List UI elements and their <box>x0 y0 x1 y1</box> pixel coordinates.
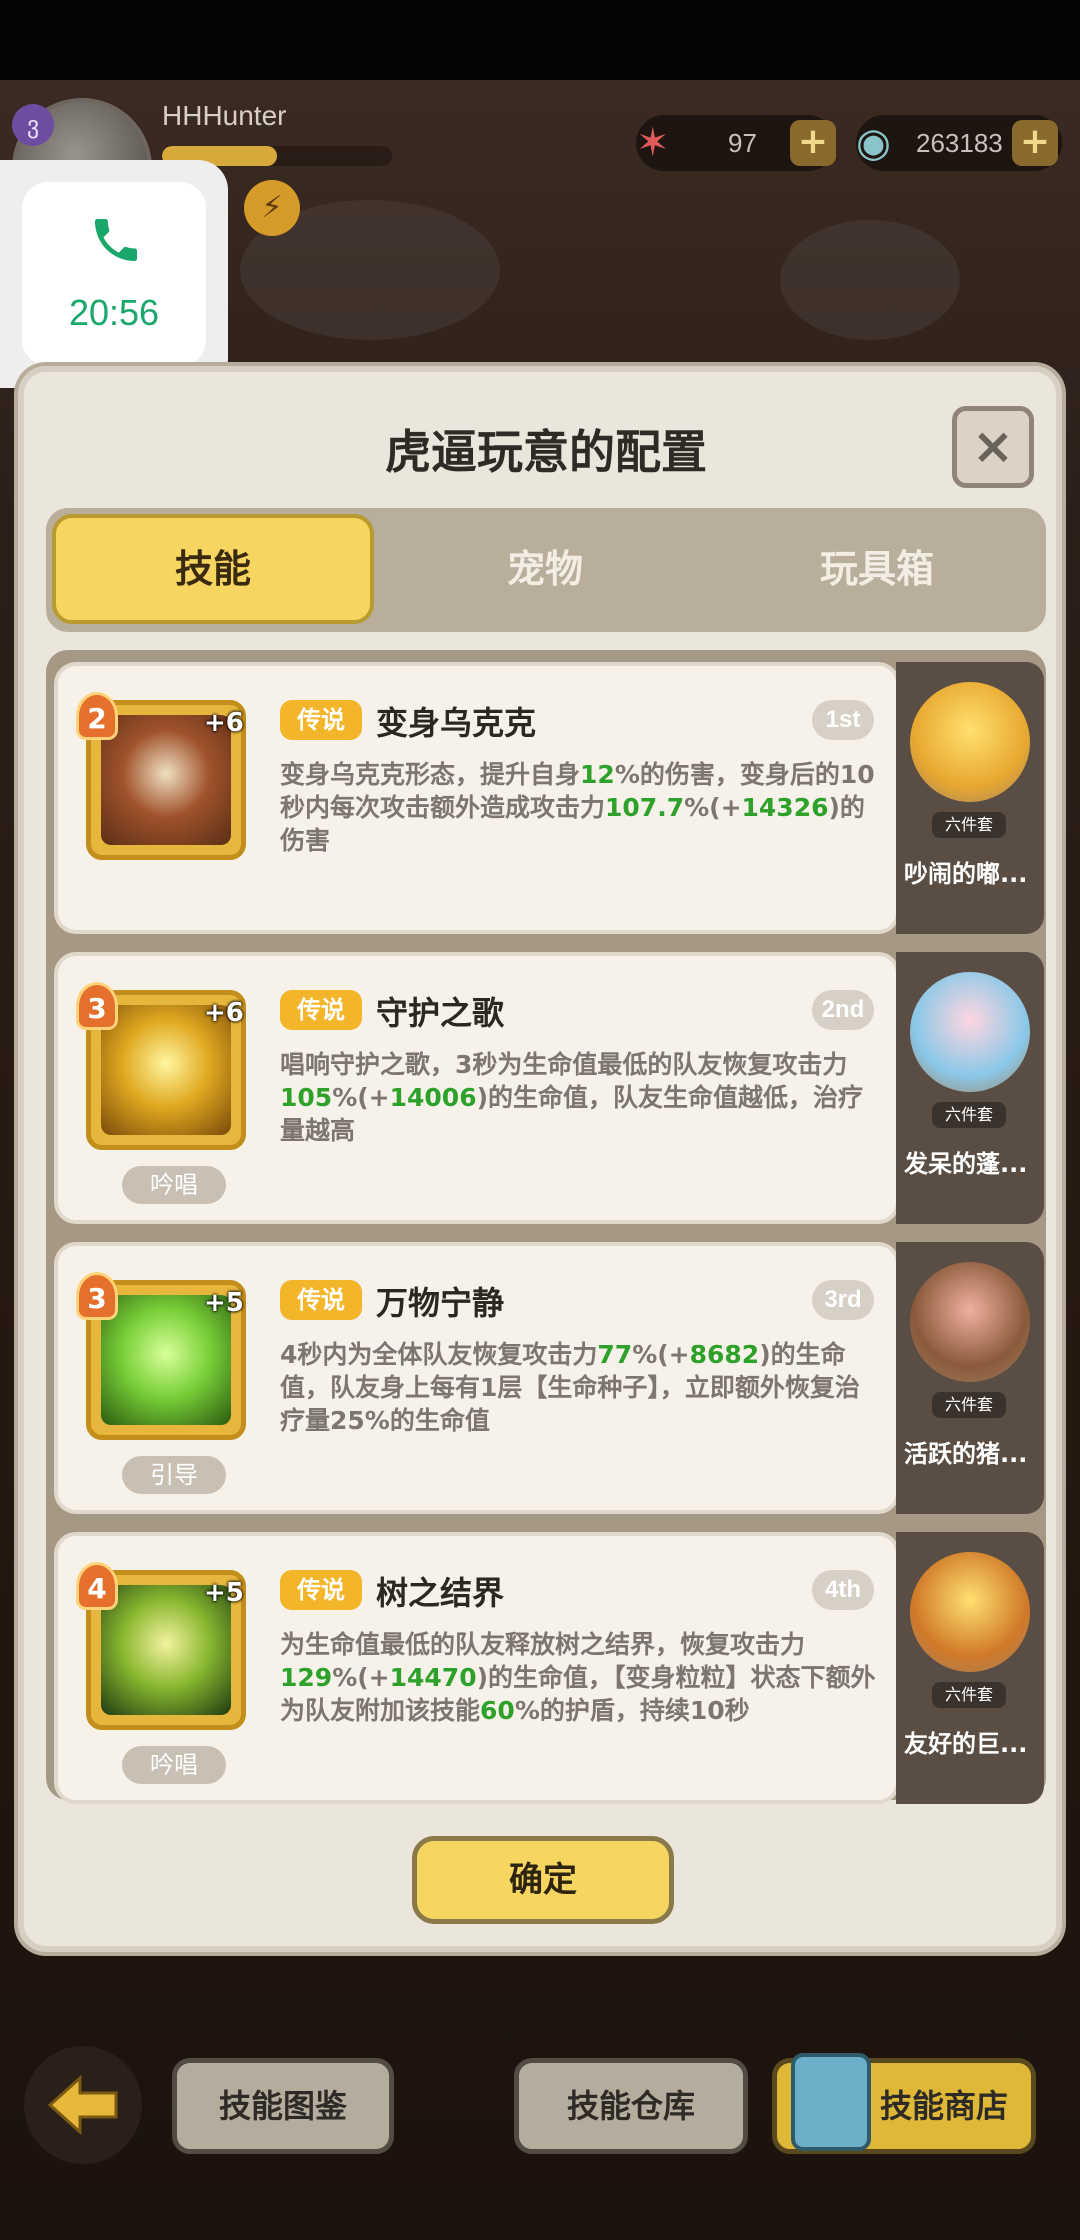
shell-currency: ◉ 263183 + <box>856 115 1062 171</box>
starfish-icon: ✶ <box>636 120 670 166</box>
skill-level-badge: 4 <box>76 1562 118 1610</box>
skill-level-badge: 3 <box>76 1272 118 1320</box>
confirm-button[interactable]: 确定 <box>412 1836 674 1924</box>
player-name: HHHunter <box>162 100 287 131</box>
skill-upgrade-level: +5 <box>204 1288 244 1318</box>
skill-codex-button[interactable]: 技能图鉴 <box>172 2058 394 2154</box>
pet-set-tag: 六件套 <box>932 812 1006 838</box>
phone-icon <box>95 219 137 261</box>
skill-description: 4秒内为全体队友恢复攻击力77%(+8682)的生命值，队友身上每有1层【生命种… <box>280 1340 860 1435</box>
call-duration: 20:56 <box>68 292 160 333</box>
pet-name: 活跃的猪... <box>904 1440 1028 1468</box>
skill-description: 为生命值最低的队友释放树之结界，恢复攻击力129%(+14470)的生命值，【变… <box>280 1630 876 1725</box>
skill-card[interactable]: 2 +6 传说 变身乌克克 1st 变身乌克克形态，提升自身12%的伤害，变身后的10秒内… <box>54 662 900 934</box>
pet-slot[interactable]: 六件套活跃的猪... <box>896 1242 1044 1514</box>
status-bar <box>0 0 1080 80</box>
skill-rank-badge: 4th <box>812 1570 874 1610</box>
rarity-badge: 传说 <box>280 990 362 1030</box>
skill-level-badge: 3 <box>76 982 118 1030</box>
skill-description: 变身乌克克形态，提升自身12%的伤害，变身后的10秒内每次攻击额外造成攻击力10… <box>280 760 875 855</box>
add-shell-button[interactable]: + <box>1012 120 1058 166</box>
skill-rank-badge: 2nd <box>812 990 874 1030</box>
skill-level-badge: 2 <box>76 692 118 740</box>
skill-card[interactable]: 3 +6 吟唱 传说 守护之歌 2nd 唱响守护之歌，3秒为生命值最低的队友恢复攻击力105… <box>54 952 900 1224</box>
pet-set-tag: 六件套 <box>932 1392 1006 1418</box>
starfish-count: 97 <box>728 128 757 158</box>
skill-card[interactable]: 4 +5 吟唱 传说 树之结界 4th 为生命值最低的队友释放树之结界，恢复攻击力129%(… <box>54 1532 900 1804</box>
close-button[interactable]: × <box>952 406 1034 488</box>
starfish-currency: ✶ 97 + <box>636 115 836 171</box>
pet-name: 吵闹的嘟... <box>904 860 1028 888</box>
cast-type-tag: 吟唱 <box>122 1166 226 1204</box>
pet-set-tag: 六件套 <box>932 1102 1006 1128</box>
pet-portrait <box>910 972 1030 1092</box>
pet-slot[interactable]: 六件套友好的巨... <box>896 1532 1044 1804</box>
pet-portrait <box>910 682 1030 802</box>
skill-name: 变身乌克克 <box>376 704 537 742</box>
shop-icon <box>791 2053 871 2151</box>
call-widget-card: 20:56 <box>22 182 206 366</box>
tab-toybox[interactable]: 玩具箱 <box>716 514 1038 624</box>
pet-portrait <box>910 1262 1030 1382</box>
avatar-badge-icon: ვ <box>12 104 54 146</box>
arrow-left-icon <box>47 2074 118 2136</box>
shell-count: 263183 <box>916 128 1003 158</box>
skill-name: 万物宁静 <box>376 1284 505 1322</box>
coin-badge-icon[interactable]: ⚡ <box>244 180 300 236</box>
pet-slot[interactable]: 六件套发呆的蓬... <box>896 952 1044 1224</box>
skill-rank-badge: 1st <box>812 700 874 740</box>
skill-shop-label: 技能商店 <box>879 2087 1008 2125</box>
skill-name: 守护之歌 <box>376 994 505 1032</box>
cast-type-tag: 吟唱 <box>122 1746 226 1784</box>
skill-upgrade-level: +6 <box>204 708 244 738</box>
pet-portrait <box>910 1552 1030 1672</box>
rarity-badge: 传说 <box>280 1570 362 1610</box>
rarity-badge: 传说 <box>280 1280 362 1320</box>
pet-slot[interactable]: 六件套吵闹的嘟... <box>896 662 1044 934</box>
tab-bar: 技能 宠物 玩具箱 <box>46 508 1046 632</box>
tab-pets[interactable]: 宠物 <box>384 514 706 624</box>
skill-storage-button[interactable]: 技能仓库 <box>514 2058 748 2154</box>
skill-shop-button[interactable]: 技能商店 <box>772 2053 1036 2154</box>
skill-name: 树之结界 <box>376 1574 505 1612</box>
call-widget[interactable]: 20:56 <box>0 160 228 388</box>
shell-icon: ◉ <box>856 120 891 166</box>
pet-name: 友好的巨... <box>904 1730 1028 1758</box>
add-starfish-button[interactable]: + <box>790 120 836 166</box>
rarity-badge: 传说 <box>280 700 362 740</box>
dialog-title: 虎逼玩意的配置 <box>385 425 707 479</box>
pet-set-tag: 六件套 <box>932 1682 1006 1708</box>
skill-description: 唱响守护之歌，3秒为生命值最低的队友恢复攻击力105%(+14006)的生命值，… <box>280 1050 864 1145</box>
skill-upgrade-level: +6 <box>204 998 244 1028</box>
skill-upgrade-level: +5 <box>204 1578 244 1608</box>
loadout-dialog: 虎逼玩意的配置 × 技能 宠物 玩具箱 2 +6 传说 变身乌克克 1st 变身乌克克形态… <box>18 366 1062 1952</box>
cast-type-tag: 引导 <box>122 1456 226 1494</box>
back-button[interactable] <box>24 2046 142 2164</box>
skill-rank-badge: 3rd <box>812 1280 874 1320</box>
pet-name: 发呆的蓬... <box>904 1150 1028 1178</box>
skill-card[interactable]: 3 +5 引导 传说 万物宁静 3rd 4秒内为全体队友恢复攻击力77%(+8682)的生命… <box>54 1242 900 1514</box>
tab-skills[interactable]: 技能 <box>52 514 374 624</box>
